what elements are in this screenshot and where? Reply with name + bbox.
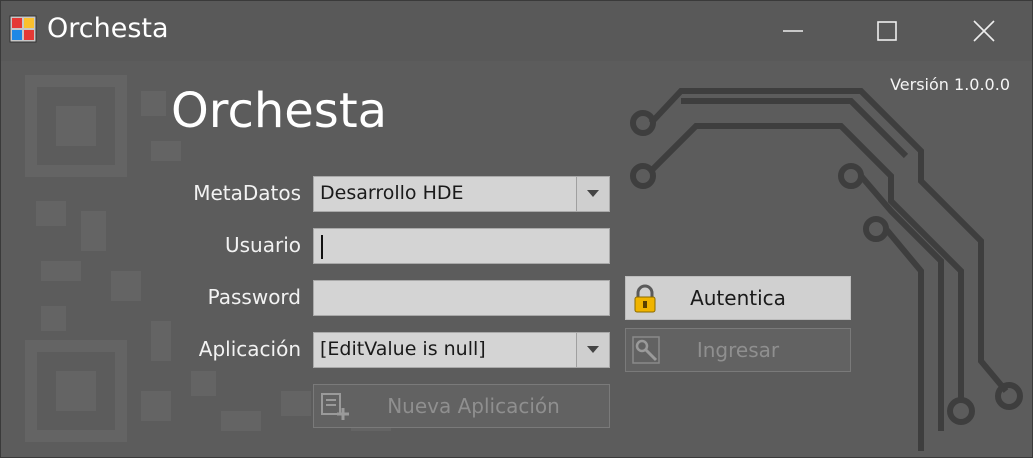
text-caret: [321, 235, 323, 259]
maximize-button[interactable]: [839, 1, 935, 61]
autentica-label: Autentica: [690, 286, 786, 310]
maximize-icon: [877, 21, 897, 41]
aplicacion-value: [EditValue is null]: [320, 338, 486, 360]
metadatos-value: Desarrollo HDE: [320, 182, 464, 204]
minimize-button[interactable]: [745, 1, 841, 61]
lock-icon: [632, 284, 658, 318]
minimize-icon: [783, 30, 803, 32]
autentica-button[interactable]: Autentica: [625, 276, 851, 320]
aplicacion-dropdown-button[interactable]: [576, 333, 609, 367]
aplicacion-select[interactable]: [EditValue is null]: [313, 332, 610, 368]
password-input[interactable]: [313, 280, 610, 316]
version-label: Versión 1.0.0.0: [890, 75, 1010, 94]
nueva-aplicacion-label: Nueva Aplicación: [387, 394, 560, 418]
metadatos-label: MetaDatos: [193, 181, 301, 205]
metadatos-select[interactable]: Desarrollo HDE: [313, 176, 610, 212]
usuario-label: Usuario: [224, 233, 301, 257]
window-title: Orchesta: [47, 13, 169, 44]
chevron-down-icon: [587, 190, 599, 197]
app-heading: Orchesta: [171, 83, 388, 139]
title-bar[interactable]: Orchesta: [1, 1, 1032, 61]
close-icon: [973, 20, 995, 42]
tools-icon: [632, 336, 660, 368]
app-window-icon: [9, 15, 37, 43]
circuit-background-graphic: [630, 88, 1023, 451]
nueva-aplicacion-button[interactable]: Nueva Aplicación: [313, 384, 610, 428]
aplicacion-label: Aplicación: [198, 337, 301, 361]
metadatos-dropdown-button[interactable]: [576, 177, 609, 211]
password-label: Password: [207, 285, 301, 309]
add-app-icon: [320, 392, 350, 426]
ingresar-button[interactable]: Ingresar: [625, 328, 851, 372]
login-window: Orchesta Versión 1.0.0.0 Orchesta MetaDa…: [0, 0, 1033, 458]
usuario-input[interactable]: [313, 228, 610, 264]
close-button[interactable]: [936, 1, 1032, 61]
chevron-down-icon: [587, 346, 599, 353]
